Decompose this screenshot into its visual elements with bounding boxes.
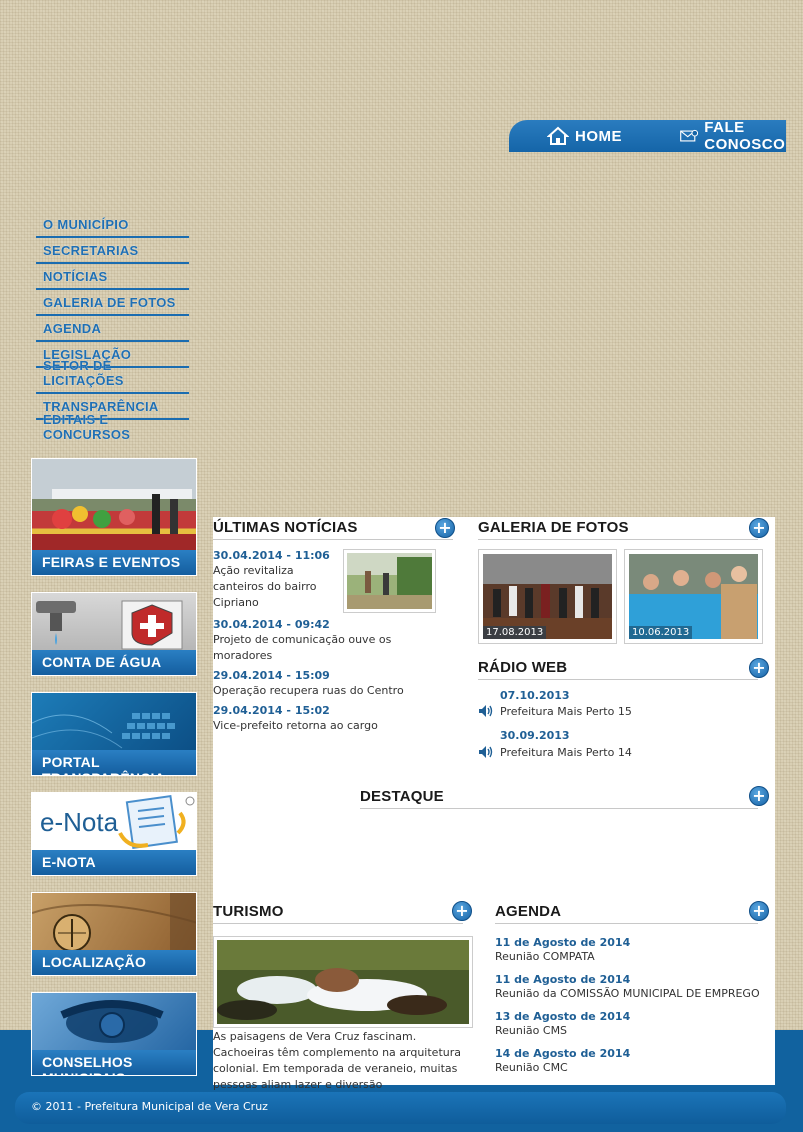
destaque-section-title: DESTAQUE (360, 788, 444, 805)
radio-title[interactable]: Prefeitura Mais Perto 15 (500, 705, 632, 718)
tourism-text-line: As paisagens de Vera Cruz fascinam. (213, 1030, 417, 1043)
agenda-date[interactable]: 13 de Agosto de 2014 (495, 1010, 630, 1023)
radio-title[interactable]: Prefeitura Mais Perto 14 (500, 746, 632, 759)
banner-label: LOCALIZAÇÃO (32, 950, 196, 975)
mail-icon (680, 129, 699, 142)
radio-date: 30.09.2013 (500, 729, 570, 742)
news-title-line: Cipriano (213, 596, 259, 609)
news-photo (347, 553, 432, 609)
banner-label: PORTAL TRANSPARÊNCIA (32, 750, 196, 775)
banner-label: CONTA DE ÁGUA (32, 650, 196, 675)
news-date[interactable]: 29.04.2014 - 15:02 (213, 704, 330, 717)
news-title[interactable]: Projeto de comunicação ouve os moradores (213, 632, 391, 664)
photo-date: 17.08.2013 (483, 626, 547, 639)
news-date[interactable]: 30.04.2014 - 09:42 (213, 618, 330, 631)
house-icon (547, 126, 569, 145)
news-title-line: Vice-prefeito retorna ao cargo (213, 719, 378, 732)
banner-localizacao[interactable]: LOCALIZAÇÃO (31, 892, 197, 976)
radio-more-button[interactable]: + (749, 658, 769, 678)
copyright-text: © 2011 - Prefeitura Municipal de Vera Cr… (31, 1100, 268, 1113)
banner-feiras-eventos[interactable]: FEIRAS E EVENTOS (31, 458, 197, 576)
tourism-text: As paisagens de Vera Cruz fascinam. Cach… (213, 1029, 475, 1093)
gallery-photo[interactable]: 10.06.2013 (624, 549, 763, 644)
tourism-section-title: TURISMO (213, 903, 284, 920)
news-title-line: Operação recupera ruas do Centro (213, 684, 404, 697)
banner-conta-agua[interactable]: CONTA DE ÁGUA (31, 592, 197, 676)
gallery-photo[interactable]: 17.08.2013 (478, 549, 617, 644)
news-title-line: moradores (213, 649, 273, 662)
news-title-line: Projeto de comunicação ouve os (213, 633, 392, 646)
tourism-more-button[interactable]: + (452, 901, 472, 921)
radio-section-title: RÁDIO WEB (478, 659, 568, 676)
news-date[interactable]: 29.04.2014 - 15:09 (213, 669, 330, 682)
contact-label: FALE CONOSCO (704, 119, 786, 153)
news-title-line: canteiros do bairro (213, 580, 317, 593)
banner-label: CONSELHOS MUNICIPAIS (32, 1050, 196, 1075)
banner-label: E-NOTA (32, 850, 196, 875)
divider (478, 679, 758, 680)
waterfall-photo (217, 940, 469, 1024)
banner-label: FEIRAS E EVENTOS (32, 550, 196, 575)
agenda-section-title: AGENDA (495, 903, 562, 920)
divider (360, 808, 758, 809)
divider (495, 923, 758, 924)
speaker-icon[interactable] (478, 745, 494, 759)
agenda-title[interactable]: Reunião COMPATA (495, 950, 595, 963)
news-more-button[interactable]: + (435, 518, 455, 538)
agenda-date[interactable]: 11 de Agosto de 2014 (495, 936, 630, 949)
speaker-icon[interactable] (478, 704, 494, 718)
agenda-title[interactable]: Reunião da COMISSÃO MUNICIPAL DE EMPREGO (495, 987, 760, 1000)
divider (478, 539, 758, 540)
divider (213, 923, 463, 924)
news-date[interactable]: 30.04.2014 - 11:06 (213, 549, 330, 562)
side-menu: O Município Secretarias Notícias Galeria… (36, 212, 189, 446)
tourism-text-line: colonial. Em temporada de veraneio, muit… (213, 1062, 458, 1075)
home-label: HOME (575, 127, 622, 145)
agenda-date[interactable]: 14 de Agosto de 2014 (495, 1047, 630, 1060)
agenda-title[interactable]: Reunião CMC (495, 1061, 568, 1074)
contact-link[interactable]: FALE CONOSCO (680, 119, 793, 153)
menu-item-editais[interactable]: Editais e Concursos (36, 412, 189, 446)
news-title-line: Ação revitaliza (213, 564, 294, 577)
footer-bar: © 2011 - Prefeitura Municipal de Vera Cr… (15, 1092, 786, 1124)
menu-item-municipio[interactable]: O Município (36, 212, 189, 238)
gallery-section-title: GALERIA DE FOTOS (478, 519, 629, 536)
tourism-text-line: Cachoeiras têm complemento na arquitetur… (213, 1046, 461, 1059)
top-nav: HOME FALE CONOSCO (509, 119, 786, 153)
gallery-more-button[interactable]: + (749, 518, 769, 538)
banner-enota[interactable]: e-Nota E-NOTA (31, 792, 197, 876)
radio-date: 07.10.2013 (500, 689, 570, 702)
menu-item-noticias[interactable]: Notícias (36, 264, 189, 290)
menu-item-licitacoes[interactable]: Setor de Licitações (36, 358, 189, 394)
news-thumbnail[interactable] (343, 549, 436, 613)
banner-conselhos[interactable]: CONSELHOS MUNICIPAIS (31, 992, 197, 1076)
news-section-title: ÚLTIMAS NOTÍCIAS (213, 519, 358, 536)
main-content: ÚLTIMAS NOTÍCIAS + 30.04.2014 - 11:06 Aç… (213, 517, 775, 1091)
photo-date: 10.06.2013 (629, 626, 693, 639)
agenda-title[interactable]: Reunião CMS (495, 1024, 567, 1037)
divider (213, 539, 453, 540)
menu-item-agenda[interactable]: Agenda (36, 316, 189, 342)
menu-item-secretarias[interactable]: Secretarias (36, 238, 189, 264)
news-title[interactable]: Operação recupera ruas do Centro (213, 683, 404, 699)
agenda-more-button[interactable]: + (749, 901, 769, 921)
agenda-date[interactable]: 11 de Agosto de 2014 (495, 973, 630, 986)
home-link[interactable]: HOME (547, 126, 622, 146)
news-title[interactable]: Vice-prefeito retorna ao cargo (213, 718, 378, 734)
tourism-text-line: pessoas aliam lazer e diversão (213, 1078, 383, 1091)
tourism-photo[interactable] (213, 936, 473, 1028)
banner-portal-transparencia[interactable]: PORTAL TRANSPARÊNCIA (31, 692, 197, 776)
news-title[interactable]: Ação revitaliza canteiros do bairro Cipr… (213, 563, 316, 611)
menu-item-galeria[interactable]: Galeria de Fotos (36, 290, 189, 316)
destaque-more-button[interactable]: + (749, 786, 769, 806)
